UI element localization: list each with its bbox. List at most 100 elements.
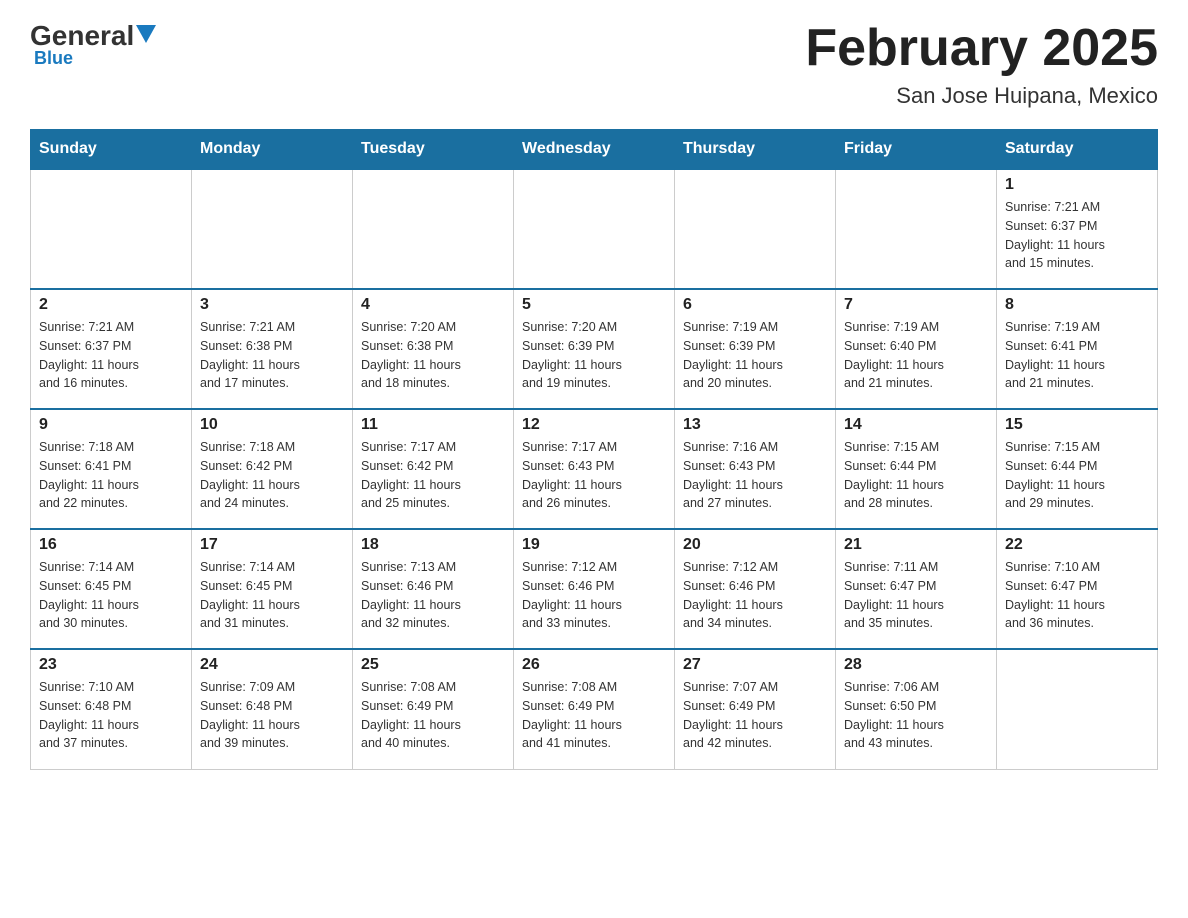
day-info: Sunrise: 7:14 AMSunset: 6:45 PMDaylight:…	[39, 558, 183, 633]
calendar-cell	[31, 169, 192, 289]
day-number: 3	[200, 296, 344, 314]
calendar-cell	[675, 169, 836, 289]
day-number: 1	[1005, 176, 1149, 194]
day-info: Sunrise: 7:17 AMSunset: 6:43 PMDaylight:…	[522, 438, 666, 513]
calendar-table: SundayMondayTuesdayWednesdayThursdayFrid…	[30, 129, 1158, 770]
day-info: Sunrise: 7:17 AMSunset: 6:42 PMDaylight:…	[361, 438, 505, 513]
day-info: Sunrise: 7:16 AMSunset: 6:43 PMDaylight:…	[683, 438, 827, 513]
calendar-cell: 9Sunrise: 7:18 AMSunset: 6:41 PMDaylight…	[31, 409, 192, 529]
day-number: 4	[361, 296, 505, 314]
day-number: 13	[683, 416, 827, 434]
day-info: Sunrise: 7:19 AMSunset: 6:39 PMDaylight:…	[683, 318, 827, 393]
day-info: Sunrise: 7:19 AMSunset: 6:40 PMDaylight:…	[844, 318, 988, 393]
day-info: Sunrise: 7:12 AMSunset: 6:46 PMDaylight:…	[522, 558, 666, 633]
calendar-week-row: 23 Sunrise: 7:10 AMSunset: 6:48 PMDayligh…	[31, 649, 1158, 769]
title-area: February 2025 San Jose Huipana, Mexico	[805, 20, 1158, 109]
location-title: San Jose Huipana, Mexico	[805, 83, 1158, 109]
day-number: 17	[200, 536, 344, 554]
day-number: 14	[844, 416, 988, 434]
weekday-header-sunday: Sunday	[31, 130, 192, 170]
day-number: 9	[39, 416, 183, 434]
calendar-week-row: 1Sunrise: 7:21 AMSunset: 6:37 PMDaylight…	[31, 169, 1158, 289]
calendar-cell: 16 Sunrise: 7:14 AMSunset: 6:45 PMDayligh…	[31, 529, 192, 649]
day-info: Sunrise: 7:10 AMSunset: 6:48 PMDaylight:…	[39, 678, 183, 753]
day-info: Sunrise: 7:06 AMSunset: 6:50 PMDaylight:…	[844, 678, 988, 753]
day-info: Sunrise: 7:21 AMSunset: 6:38 PMDaylight:…	[200, 318, 344, 393]
calendar-body: 1 Sunrise: 7:21 AMSunset: 6:37 PMDaylight…	[31, 169, 1158, 769]
weekday-header-monday: Monday	[192, 130, 353, 170]
calendar-cell	[836, 169, 997, 289]
calendar-cell: 8Sunrise: 7:19 AMSunset: 6:41 PMDaylight…	[997, 289, 1158, 409]
calendar-cell: 26 Sunrise: 7:08 AMSunset: 6:49 PMDayligh…	[514, 649, 675, 769]
calendar-cell: 4 Sunrise: 7:20 AMSunset: 6:38 PMDaylight…	[353, 289, 514, 409]
day-number: 20	[683, 536, 827, 554]
day-info: Sunrise: 7:13 AMSunset: 6:46 PMDaylight:…	[361, 558, 505, 633]
day-info: Sunrise: 7:07 AMSunset: 6:49 PMDaylight:…	[683, 678, 827, 753]
day-number: 8	[1005, 296, 1149, 314]
day-number: 12	[522, 416, 666, 434]
calendar-cell: 22Sunrise: 7:10 AMSunset: 6:47 PMDayligh…	[997, 529, 1158, 649]
day-number: 19	[522, 536, 666, 554]
day-info: Sunrise: 7:08 AMSunset: 6:49 PMDaylight:…	[522, 678, 666, 753]
calendar-cell: 3 Sunrise: 7:21 AMSunset: 6:38 PMDaylight…	[192, 289, 353, 409]
day-number: 23	[39, 656, 183, 674]
calendar-cell	[192, 169, 353, 289]
day-info: Sunrise: 7:20 AMSunset: 6:38 PMDaylight:…	[361, 318, 505, 393]
day-number: 26	[522, 656, 666, 674]
day-info: Sunrise: 7:21 AMSunset: 6:37 PMDaylight:…	[39, 318, 183, 393]
day-number: 5	[522, 296, 666, 314]
calendar-cell: 10 Sunrise: 7:18 AMSunset: 6:42 PMDayligh…	[192, 409, 353, 529]
day-info: Sunrise: 7:12 AMSunset: 6:46 PMDaylight:…	[683, 558, 827, 633]
weekday-header-friday: Friday	[836, 130, 997, 170]
day-number: 28	[844, 656, 988, 674]
calendar-cell	[353, 169, 514, 289]
day-number: 2	[39, 296, 183, 314]
calendar-cell	[997, 649, 1158, 769]
calendar-cell: 12 Sunrise: 7:17 AMSunset: 6:43 PMDayligh…	[514, 409, 675, 529]
day-info: Sunrise: 7:18 AMSunset: 6:42 PMDaylight:…	[200, 438, 344, 513]
day-info: Sunrise: 7:11 AMSunset: 6:47 PMDaylight:…	[844, 558, 988, 633]
logo: General Blue	[30, 20, 156, 69]
calendar-cell: 1Sunrise: 7:21 AMSunset: 6:37 PMDaylight…	[997, 169, 1158, 289]
day-number: 27	[683, 656, 827, 674]
day-info: Sunrise: 7:15 AMSunset: 6:44 PMDaylight:…	[1005, 438, 1149, 513]
weekday-header-tuesday: Tuesday	[353, 130, 514, 170]
day-number: 6	[683, 296, 827, 314]
weekday-header-thursday: Thursday	[675, 130, 836, 170]
day-number: 22	[1005, 536, 1149, 554]
day-number: 16	[39, 536, 183, 554]
calendar-week-row: 16 Sunrise: 7:14 AMSunset: 6:45 PMDayligh…	[31, 529, 1158, 649]
day-number: 25	[361, 656, 505, 674]
calendar-cell: 2 Sunrise: 7:21 AMSunset: 6:37 PMDaylight…	[31, 289, 192, 409]
calendar-header: SundayMondayTuesdayWednesdayThursdayFrid…	[31, 130, 1158, 170]
page-header: General Blue February 2025 San Jose Huip…	[30, 20, 1158, 109]
calendar-cell: 27 Sunrise: 7:07 AMSunset: 6:49 PMDayligh…	[675, 649, 836, 769]
calendar-cell: 17 Sunrise: 7:14 AMSunset: 6:45 PMDayligh…	[192, 529, 353, 649]
day-number: 21	[844, 536, 988, 554]
calendar-cell	[514, 169, 675, 289]
day-number: 18	[361, 536, 505, 554]
logo-blue: Blue	[30, 48, 73, 69]
day-number: 7	[844, 296, 988, 314]
day-number: 11	[361, 416, 505, 434]
calendar-cell: 19 Sunrise: 7:12 AMSunset: 6:46 PMDayligh…	[514, 529, 675, 649]
day-info: Sunrise: 7:20 AMSunset: 6:39 PMDaylight:…	[522, 318, 666, 393]
calendar-cell: 6 Sunrise: 7:19 AMSunset: 6:39 PMDaylight…	[675, 289, 836, 409]
weekday-header-row: SundayMondayTuesdayWednesdayThursdayFrid…	[31, 130, 1158, 170]
calendar-cell: 28 Sunrise: 7:06 AMSunset: 6:50 PMDayligh…	[836, 649, 997, 769]
calendar-cell: 5 Sunrise: 7:20 AMSunset: 6:39 PMDaylight…	[514, 289, 675, 409]
calendar-cell: 21 Sunrise: 7:11 AMSunset: 6:47 PMDayligh…	[836, 529, 997, 649]
day-info: Sunrise: 7:15 AMSunset: 6:44 PMDaylight:…	[844, 438, 988, 513]
day-number: 24	[200, 656, 344, 674]
calendar-cell: 23 Sunrise: 7:10 AMSunset: 6:48 PMDayligh…	[31, 649, 192, 769]
day-info: Sunrise: 7:14 AMSunset: 6:45 PMDaylight:…	[200, 558, 344, 633]
calendar-week-row: 2 Sunrise: 7:21 AMSunset: 6:37 PMDaylight…	[31, 289, 1158, 409]
calendar-cell: 11 Sunrise: 7:17 AMSunset: 6:42 PMDayligh…	[353, 409, 514, 529]
calendar-cell: 14 Sunrise: 7:15 AMSunset: 6:44 PMDayligh…	[836, 409, 997, 529]
calendar-cell: 13 Sunrise: 7:16 AMSunset: 6:43 PMDayligh…	[675, 409, 836, 529]
weekday-header-saturday: Saturday	[997, 130, 1158, 170]
calendar-week-row: 9Sunrise: 7:18 AMSunset: 6:41 PMDaylight…	[31, 409, 1158, 529]
calendar-cell: 20 Sunrise: 7:12 AMSunset: 6:46 PMDayligh…	[675, 529, 836, 649]
calendar-cell: 18 Sunrise: 7:13 AMSunset: 6:46 PMDayligh…	[353, 529, 514, 649]
day-number: 10	[200, 416, 344, 434]
